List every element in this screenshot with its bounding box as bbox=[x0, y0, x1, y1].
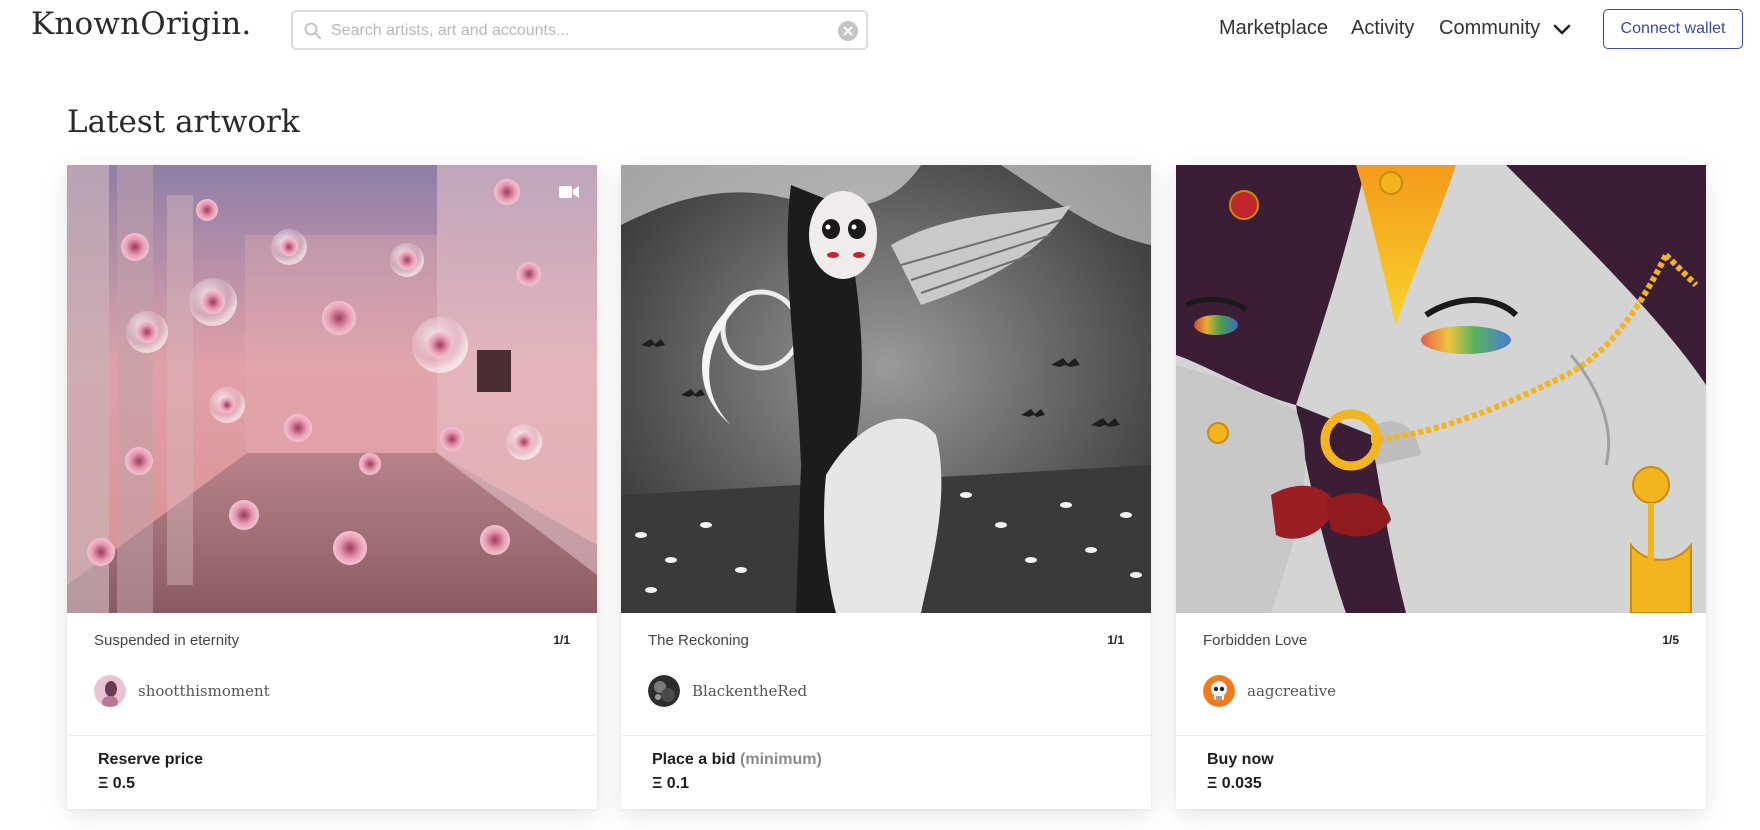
price-label-text: Place a bid bbox=[652, 751, 736, 768]
card-divider bbox=[621, 735, 1151, 736]
price-label-text: Buy now bbox=[1207, 751, 1274, 768]
artist-name[interactable]: aagcreative bbox=[1247, 682, 1336, 700]
edition-count: 1/1 bbox=[553, 633, 570, 647]
price-value: Ξ 0.5 bbox=[98, 775, 135, 792]
price-qualifier: (minimum) bbox=[740, 751, 822, 768]
search-input[interactable] bbox=[331, 18, 811, 44]
skull-icon bbox=[1203, 675, 1235, 707]
price-label-text: Reserve price bbox=[98, 751, 203, 768]
artist-avatar[interactable] bbox=[648, 675, 680, 707]
search-icon bbox=[304, 22, 322, 40]
nav-marketplace[interactable]: Marketplace bbox=[1219, 17, 1328, 40]
artwork-image[interactable] bbox=[1176, 165, 1706, 613]
artwork-title[interactable]: The Reckoning bbox=[648, 632, 749, 649]
clear-search-icon[interactable] bbox=[838, 21, 858, 41]
price-value: Ξ 0.035 bbox=[1207, 775, 1262, 792]
nav-activity[interactable]: Activity bbox=[1351, 17, 1414, 40]
artist-avatar[interactable] bbox=[94, 675, 126, 707]
artist-avatar[interactable] bbox=[1203, 675, 1235, 707]
artwork-card[interactable]: The Reckoning 1/1 BlackentheRed Place a … bbox=[621, 165, 1151, 809]
price-label: Buy now bbox=[1207, 751, 1274, 769]
price-value: Ξ 0.1 bbox=[652, 775, 689, 792]
site-logo[interactable]: KnownOrigin. bbox=[31, 6, 251, 42]
artist-name[interactable]: shootthismoment bbox=[138, 682, 270, 700]
artwork-card[interactable]: Suspended in eternity 1/1 shootthismomen… bbox=[67, 165, 597, 809]
artist-name[interactable]: BlackentheRed bbox=[692, 682, 807, 700]
top-navigation: KnownOrigin. Marketplace Activity Commun… bbox=[0, 0, 1760, 60]
section-title: Latest artwork bbox=[67, 104, 300, 140]
artwork-image[interactable] bbox=[67, 165, 597, 613]
edition-count: 1/5 bbox=[1662, 633, 1679, 647]
artwork-image[interactable] bbox=[621, 165, 1151, 613]
price-label: Place a bid (minimum) bbox=[652, 751, 822, 769]
artwork-title[interactable]: Suspended in eternity bbox=[94, 632, 239, 649]
nav-community[interactable]: Community bbox=[1439, 17, 1540, 40]
artwork-card[interactable]: Forbidden Love 1/5 aagcreative Buy now Ξ… bbox=[1176, 165, 1706, 809]
card-divider bbox=[67, 735, 597, 736]
video-camera-icon bbox=[559, 186, 579, 198]
edition-count: 1/1 bbox=[1107, 633, 1124, 647]
artwork-title[interactable]: Forbidden Love bbox=[1203, 632, 1307, 649]
card-divider bbox=[1176, 735, 1706, 736]
search-bar[interactable] bbox=[291, 10, 868, 50]
connect-wallet-button[interactable]: Connect wallet bbox=[1603, 9, 1743, 49]
price-label: Reserve price bbox=[98, 751, 203, 769]
chevron-down-icon[interactable] bbox=[1553, 24, 1571, 36]
